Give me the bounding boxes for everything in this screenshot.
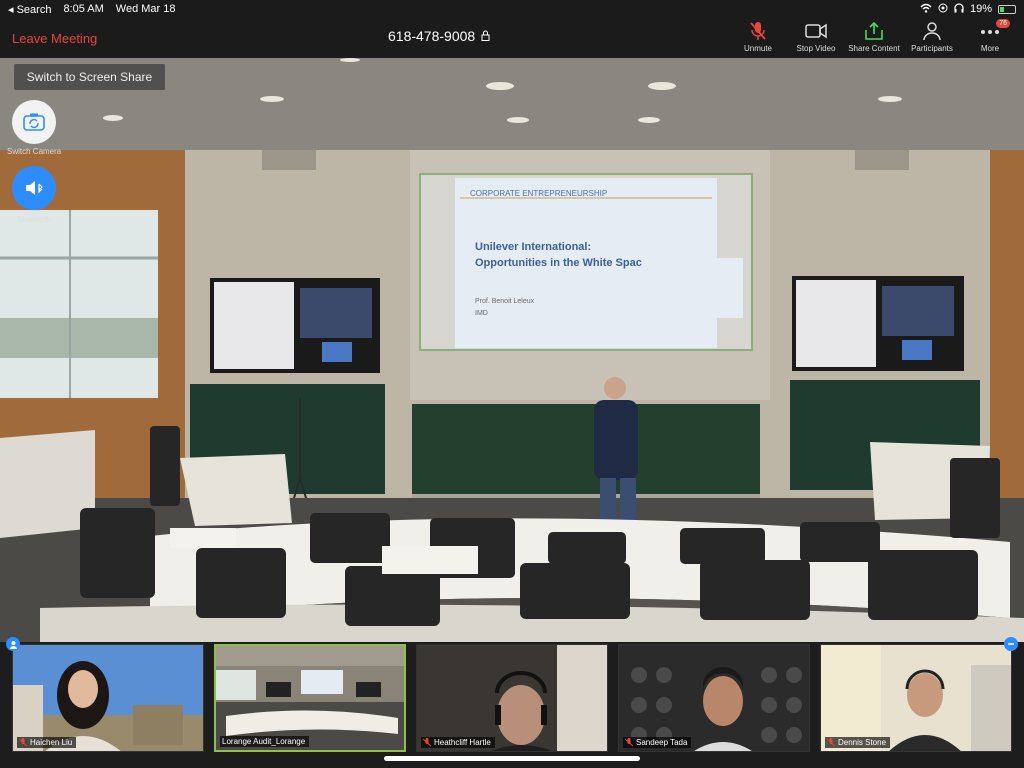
switch-camera-button[interactable] [12,100,56,144]
ios-status-bar: ◂ Search 8:05 AM Wed Mar 18 19% [0,0,1024,18]
participant-video-sandeep [619,645,809,751]
more-label: More [980,44,1000,53]
participant-tile[interactable]: Haichen Liu [12,644,204,752]
participant-name-tag: Dennis Stone [825,737,891,748]
unmute-button[interactable]: Unmute [732,20,784,53]
bluetooth-label: Bluetooth [17,215,51,224]
collapse-thumbnails-button[interactable] [1004,637,1018,651]
mic-muted-icon [624,738,634,747]
switch-to-screen-share-button[interactable]: Switch to Screen Share [14,64,165,90]
lecture-hall-video: CORPORATE ENTREPRENEURSHIP Unilever Inte… [0,58,1024,642]
mic-off-icon [750,22,766,40]
stop-video-label: Stop Video [796,44,836,53]
stop-video-button[interactable]: Stop Video [790,20,842,53]
home-indicator[interactable] [384,756,640,761]
more-notification-badge: 76 [996,19,1010,28]
back-to-search-link[interactable]: ◂ Search [8,3,51,16]
participant-name: Heathcliff Hartle [434,738,491,747]
person-pin-icon [9,640,17,649]
left-monitor [210,278,380,373]
camera-rotate-icon [23,113,45,131]
unmute-label: Unmute [743,44,772,53]
share-upload-icon [865,21,883,40]
participant-video-heathcliff [417,645,607,751]
lock-icon [481,28,490,44]
battery-percent: 19% [969,3,992,15]
right-monitor [792,276,964,371]
participant-tile-active-speaker[interactable]: Lorange Audit_Lorange [214,644,406,752]
participant-tile[interactable]: Sandeep Tada [618,644,810,752]
meeting-toolbar: Leave Meeting 618-478-9008 Unmute Stop V… [0,18,1024,58]
participant-name: Lorange Audit_Lorange [222,737,306,746]
people-icon [923,22,941,41]
mic-muted-icon [422,738,432,747]
meeting-id-text: 618-478-9008 [388,28,476,44]
main-video-feed[interactable]: CORPORATE ENTREPRENEURSHIP Unilever Inte… [0,58,1024,642]
participant-name-tag: Heathcliff Hartle [421,737,495,748]
slide-title-line-2: Opportunities in the White Spac [475,257,642,269]
participant-name-tag: Haichen Liu [17,737,77,748]
minus-icon [1008,643,1014,645]
share-content-button[interactable]: Share Content [848,20,900,53]
location-icon [938,3,948,16]
video-camera-icon [805,23,827,39]
slide-header-text: CORPORATE ENTREPRENEURSHIP [470,189,607,198]
participant-name-tag: Lorange Audit_Lorange [220,736,310,747]
switch-camera-label: Switch Camera [7,147,62,156]
participant-tile[interactable]: Dennis Stone [820,644,1012,752]
headphones-icon [954,2,964,16]
slide-author-line-1: Prof. Benoit Leleux [475,298,535,305]
bluetooth-audio-button[interactable] [12,166,56,210]
more-button[interactable]: 76 More [964,19,1016,53]
participants-label: Participants [911,44,953,53]
mic-muted-icon [826,738,836,747]
meeting-id-display[interactable]: 618-478-9008 [388,28,490,44]
speaker-bluetooth-icon [26,181,43,195]
participant-name: Sandeep Tada [636,738,688,747]
participant-name-tag: Sandeep Tada [623,737,692,748]
status-time: 8:05 AM [63,3,104,15]
participant-tile[interactable]: Heathcliff Hartle [416,644,608,752]
participant-video-haichen [13,645,203,751]
participants-button[interactable]: Participants [906,20,958,53]
mic-muted-icon [18,738,28,747]
pin-video-button[interactable] [6,637,20,651]
share-content-label: Share Content [848,44,900,53]
lecturer [594,377,638,536]
participant-video-dennis [821,645,1011,751]
slide-author-line-2: IMD [475,310,488,317]
participant-thumbnail-strip: Haichen Liu Lorange Audit_Lorange Heathc… [0,642,1024,768]
zoom-ios-meeting-screen: ◂ Search 8:05 AM Wed Mar 18 19% Leave Me… [0,0,1024,768]
battery-icon [998,4,1016,14]
participant-name: Dennis Stone [838,738,887,747]
toolbar-actions: Unmute Stop Video Share Content Particip… [732,19,1016,53]
slide-title-line-1: Unilever International: [475,241,591,253]
leave-meeting-button[interactable]: Leave Meeting [12,31,97,46]
wifi-icon [920,3,932,16]
participant-name: Haichen Liu [30,738,73,747]
status-date: Wed Mar 18 [115,3,176,15]
